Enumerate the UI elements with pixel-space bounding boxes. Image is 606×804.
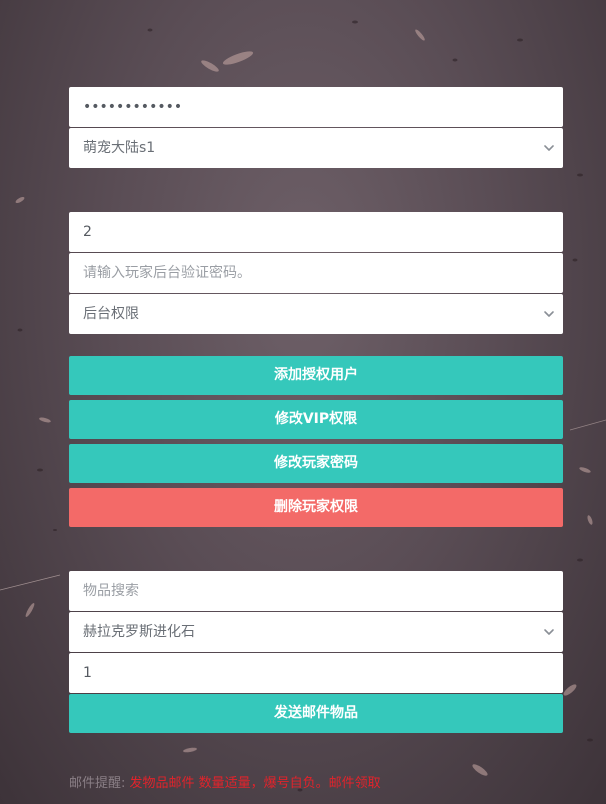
chevron-down-icon <box>544 629 554 635</box>
item-select-value: 赫拉克罗斯进化石 <box>83 624 195 640</box>
actions-group: 添加授权用户 修改VIP权限 修改玩家密码 删除玩家权限 <box>69 356 563 532</box>
player-group: 后台权限 <box>69 212 563 335</box>
quantity-input[interactable] <box>69 653 563 693</box>
server-select[interactable]: 萌宠大陆s1 <box>69 128 563 168</box>
account-group: 萌宠大陆s1 <box>69 87 563 169</box>
mail-notice: 邮件提醒: 发物品邮件 数量适量，爆号自负。邮件领取 <box>69 775 569 793</box>
player-id-input[interactable] <box>69 212 563 252</box>
add-auth-user-button[interactable]: 添加授权用户 <box>69 356 563 395</box>
mail-notice-label: 邮件提醒: <box>69 776 126 791</box>
mail-group: 赫拉克罗斯进化石 发送邮件物品 <box>69 571 563 738</box>
chevron-down-icon <box>544 311 554 317</box>
permission-select-value: 后台权限 <box>83 306 139 322</box>
server-select-value: 萌宠大陆s1 <box>83 140 156 156</box>
permission-select[interactable]: 后台权限 <box>69 294 563 334</box>
send-mail-item-button[interactable]: 发送邮件物品 <box>69 694 563 733</box>
chevron-down-icon <box>544 145 554 151</box>
modify-vip-button[interactable]: 修改VIP权限 <box>69 400 563 439</box>
delete-player-permission-button[interactable]: 删除玩家权限 <box>69 488 563 527</box>
item-select[interactable]: 赫拉克罗斯进化石 <box>69 612 563 652</box>
mail-notice-message: 发物品邮件 数量适量，爆号自负。邮件领取 <box>129 776 381 791</box>
item-search-input[interactable] <box>69 571 563 611</box>
admin-password-input[interactable] <box>69 87 563 127</box>
modify-player-password-button[interactable]: 修改玩家密码 <box>69 444 563 483</box>
player-verify-password-input[interactable] <box>69 253 563 293</box>
